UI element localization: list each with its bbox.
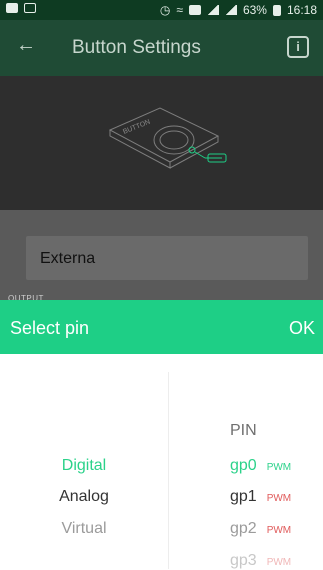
pwm-badge: PWM <box>266 525 292 536</box>
pin-option[interactable]: gp3 PWM <box>230 552 291 570</box>
pwm-badge: PWM <box>266 462 292 473</box>
illustration-label: BUTTON <box>122 119 151 136</box>
image-icon <box>24 3 36 13</box>
pin-option[interactable]: gp0 PWM <box>230 457 291 475</box>
pwm-badge: PWM <box>266 493 292 504</box>
ok-button[interactable]: OK <box>289 318 315 339</box>
status-bar: ◷ ≈ 63% 16:18 <box>0 0 323 20</box>
status-left <box>6 3 36 13</box>
pwm-badge: PWM <box>266 557 292 568</box>
app-bar: ← Button Settings i <box>0 20 323 76</box>
signal-icon <box>224 5 237 15</box>
pin-label: gp3 <box>230 552 257 569</box>
picker-header: Select pin OK <box>0 300 323 354</box>
picker-title: Select pin <box>10 318 90 338</box>
wifi-icon: ≈ <box>176 3 183 17</box>
pin-label: gp1 <box>230 488 257 505</box>
back-arrow-icon[interactable]: ← <box>16 34 36 57</box>
battery-percent: 63% <box>242 3 267 17</box>
pin-picker: Digital Analog Virtual PIN gp0 PWM gp1 P… <box>0 354 323 569</box>
sim-icon <box>188 5 201 15</box>
alarm-icon: ◷ <box>159 3 171 17</box>
pin-type-virtual[interactable]: Virtual <box>0 520 168 538</box>
pin-option[interactable]: gp1 PWM <box>230 488 291 506</box>
device-illustration-icon: BUTTON <box>108 107 227 169</box>
clock-time: 16:18 <box>286 3 317 17</box>
pin-type-digital[interactable]: Digital <box>0 457 168 475</box>
pin-label: gp2 <box>230 520 257 537</box>
pin-type-column[interactable]: Digital Analog Virtual <box>0 354 168 569</box>
input-value: Externa <box>40 250 96 267</box>
info-icon[interactable]: i <box>287 36 309 58</box>
battery-icon <box>272 4 281 16</box>
pin-label: gp0 <box>230 457 257 474</box>
signal-icon <box>206 5 219 15</box>
status-right: ◷ ≈ 63% 16:18 <box>160 3 317 17</box>
pin-column[interactable]: PIN gp0 PWM gp1 PWM gp2 PWM gp3 PWM <box>168 354 323 569</box>
pin-type-analog[interactable]: Analog <box>0 488 168 506</box>
pin-option[interactable]: gp2 PWM <box>230 520 291 538</box>
settings-panel: Externa OUTPUT <box>0 210 323 303</box>
youtube-icon <box>6 3 18 13</box>
button-illustration: BUTTON <box>0 76 323 210</box>
page-title: Button Settings <box>72 37 201 58</box>
pin-header: PIN <box>230 422 257 439</box>
input-field[interactable]: Externa <box>26 236 308 280</box>
